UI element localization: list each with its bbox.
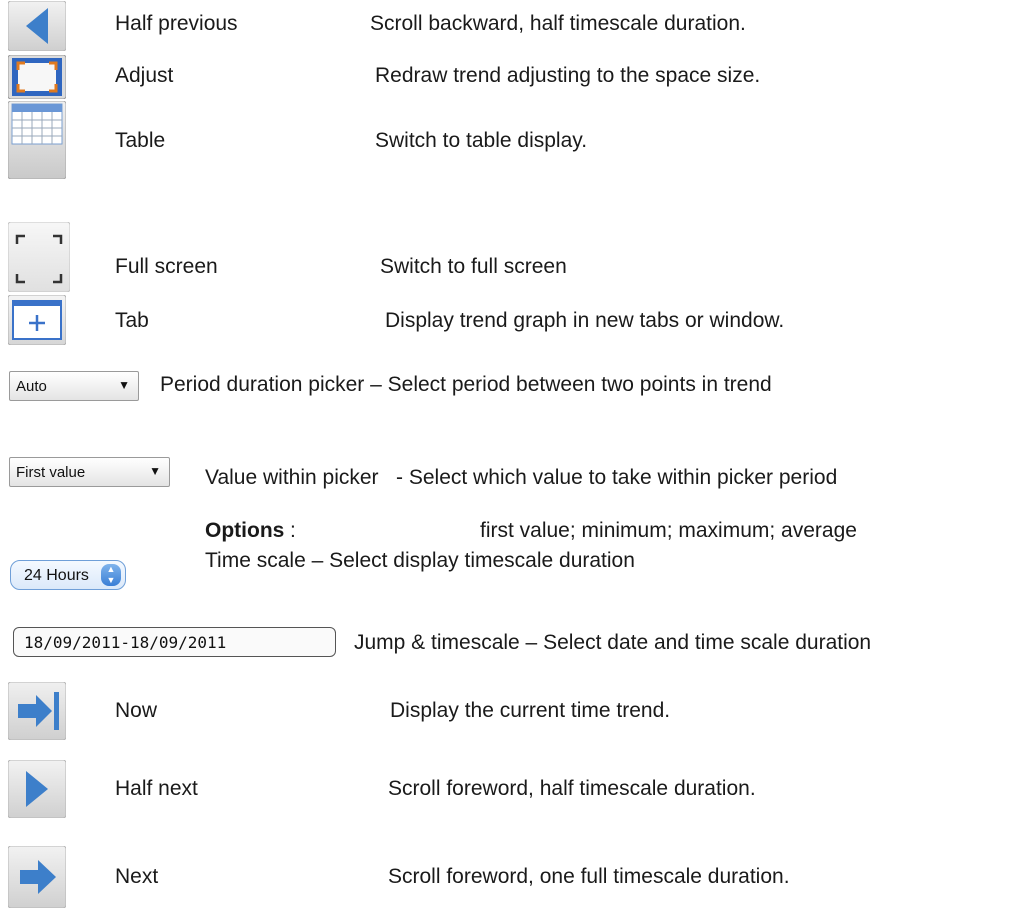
item-description: Display trend graph in new tabs or windo… — [385, 309, 785, 332]
tab-icon[interactable] — [8, 295, 66, 345]
item-description: Scroll foreword, half timescale duration… — [388, 777, 756, 800]
options-colon: : — [290, 519, 296, 542]
row-next: Next Scroll foreword, one full timescale… — [0, 832, 1023, 912]
item-name: Half previous — [115, 12, 238, 35]
period-picker-value: Auto — [16, 378, 47, 395]
options-values: first value; minimum; maximum; average — [480, 519, 857, 542]
item-description: Jump & timescale – Select date and time … — [354, 631, 872, 654]
row-options: Options : first value; minimum; maximum;… — [0, 514, 1023, 544]
item-name: Adjust — [115, 64, 174, 87]
timescale-picker[interactable]: 24 Hours ▲ ▼ — [10, 560, 126, 590]
row-value-picker: First value ▼ Value within picker - Sele… — [0, 454, 1023, 514]
chevron-down-icon: ▼ — [149, 464, 161, 478]
row-half-previous: Half previous Scroll backward, half time… — [0, 0, 1023, 52]
item-name: Full screen — [115, 255, 218, 278]
row-tab: Tab Display trend graph in new tabs or w… — [0, 294, 1023, 346]
adjust-icon[interactable] — [8, 55, 66, 99]
item-description: Scroll foreword, one full timescale dura… — [388, 865, 790, 888]
item-name: Table — [115, 129, 166, 152]
item-name: Next — [115, 865, 159, 888]
options-label: Options — [205, 519, 285, 542]
item-description: Scroll backward, half timescale duration… — [370, 12, 746, 35]
row-table: Table Switch to table display. — [0, 100, 1023, 182]
row-adjust: Adjust Redraw trend adjusting to the spa… — [0, 54, 1023, 100]
table-icon[interactable] — [8, 101, 66, 179]
item-description: Value within picker - Select which value… — [205, 466, 838, 489]
item-name: Tab — [115, 309, 149, 332]
row-date-range: 18/09/2011-18/09/2011 Jump & timescale –… — [0, 620, 1023, 670]
date-range-field[interactable]: 18/09/2011-18/09/2011 — [13, 627, 336, 657]
item-name: Now — [115, 699, 158, 722]
row-timescale-picker: 24 Hours ▲ ▼ Time scale – Select display … — [0, 546, 1023, 606]
row-period-picker: Auto ▼ Period duration picker – Select p… — [0, 364, 1023, 414]
half-previous-icon[interactable] — [8, 1, 66, 51]
item-description: Switch to full screen — [380, 255, 567, 278]
period-picker[interactable]: Auto ▼ — [9, 371, 139, 401]
value-picker[interactable]: First value ▼ — [9, 457, 170, 487]
half-next-icon[interactable] — [8, 760, 66, 818]
value-picker-value: First value — [16, 464, 86, 481]
row-full-screen: Full screen Switch to full screen — [0, 222, 1023, 294]
next-icon[interactable] — [8, 846, 66, 908]
item-description: Redraw trend adjusting to the space size… — [375, 64, 761, 87]
date-range-value: 18/09/2011-18/09/2011 — [24, 633, 227, 652]
row-now: Now Display the current time trend. — [0, 676, 1023, 744]
item-name: Half next — [115, 777, 198, 800]
stepper-icon[interactable]: ▲ ▼ — [101, 564, 121, 586]
item-description: Time scale – Select display timescale du… — [205, 549, 635, 572]
item-description: Display the current time trend. — [390, 699, 671, 722]
item-description: Period duration picker – Select period b… — [160, 373, 772, 396]
row-half-next: Half next Scroll foreword, half timescal… — [0, 752, 1023, 822]
timescale-picker-value: 24 Hours — [24, 567, 89, 584]
item-description: Switch to table display. — [375, 129, 588, 152]
full-screen-icon[interactable] — [8, 222, 70, 292]
now-icon[interactable] — [8, 682, 66, 740]
chevron-down-icon: ▼ — [118, 378, 130, 392]
